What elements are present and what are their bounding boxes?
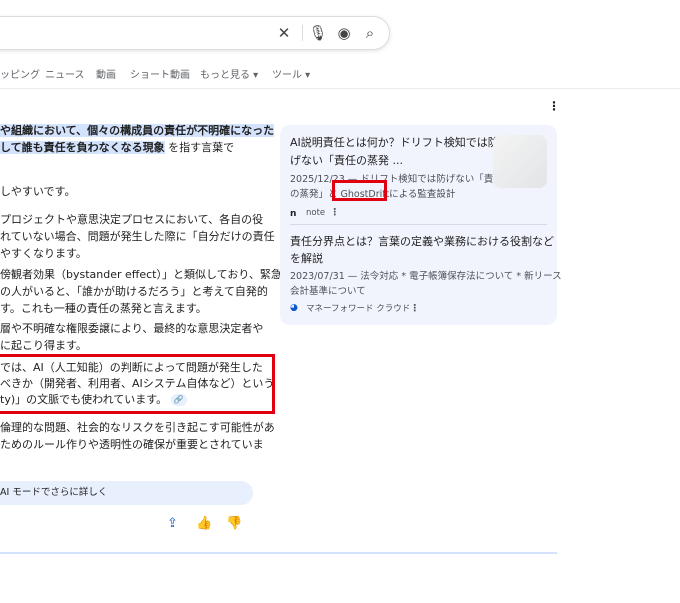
tab-news[interactable]: ニュース — [45, 66, 85, 81]
overview-text: しやすいです。 — [0, 185, 76, 198]
source-title[interactable]: 責任分界点とは？言葉の定義や業務における役割など — [290, 233, 554, 251]
tab-videos[interactable]: 動画 — [96, 66, 116, 81]
lens-icon[interactable]: ◉ — [334, 23, 354, 43]
thumbs-up-icon[interactable]: 👍 — [196, 516, 212, 531]
overview-text: 層や不明確な権限委譲により、最終的な意思決定者や — [0, 322, 264, 335]
source-snippet: 2025/12/23 — ドリフト検知では防げない「責任 — [290, 174, 503, 185]
overview-text: プロジェクトや意思決定プロセスにおいて、各自の役 — [0, 213, 264, 226]
thumbs-down-icon[interactable]: 👎 — [226, 516, 242, 531]
source-site: マネーフォワード クラウド — [306, 304, 411, 314]
source-item[interactable]: AI説明責任とは何か？ドリフト検知では防 げない「責任の蒸発 ... 2025/… — [290, 130, 503, 221]
source-title[interactable]: AI説明責任とは何か？ドリフト検知では防 — [290, 134, 499, 152]
share-icon[interactable]: ⇪ — [167, 516, 178, 531]
overview-text: ためのルール作りや透明性の確保が重要とされていま — [0, 438, 264, 451]
highlighted-text: して誰も責任を負わなくなる現象 — [0, 141, 165, 154]
overview-text: に起こり得ます。 — [0, 339, 87, 352]
source-snippet: 2023/07/31 — 法令対応 * 電子帳簿保存法について * 新リース — [290, 271, 562, 282]
source-site: note — [306, 208, 326, 218]
overview-text: 傍観者効果（bystander effect）」と類似しており、緊急 — [0, 268, 282, 281]
overview-text: 倫理的な問題、社会的なリスクを引き起こす可能性があ — [0, 421, 275, 434]
annotation-box — [332, 180, 387, 201]
mic-icon[interactable]: 🎙 — [308, 23, 328, 43]
moneyforward-favicon-icon: ◕ — [290, 303, 298, 313]
highlighted-text: や組織において、個々の構成員の責任が不明確になった — [0, 124, 275, 137]
overview-text: れていない場合、問題が発生した際に「自分だけの責任 — [0, 230, 275, 243]
more-options-icon[interactable]: ⋮ — [410, 301, 420, 317]
note-favicon-icon: n — [290, 209, 297, 219]
annotation-box — [0, 354, 275, 414]
source-title[interactable]: げない「責任の蒸発 ... — [290, 152, 403, 170]
source-snippet: 会計基準について — [290, 286, 366, 297]
overview-text: を指す言葉で — [168, 141, 235, 154]
tab-shopping[interactable]: ッピング — [0, 66, 40, 81]
divider — [290, 224, 547, 225]
source-item[interactable]: 責任分界点とは？言葉の定義や業務における役割など を解説 2023/07/31 … — [290, 229, 562, 319]
more-options-icon[interactable]: ⋮ — [330, 205, 340, 221]
search-box[interactable]: ✕ 🎙 ◉ ⌕ — [0, 16, 390, 50]
source-thumbnail[interactable] — [493, 135, 547, 188]
overview-text: す。これも一種の責任の蒸発と言えます。 — [0, 302, 207, 315]
ai-mode-button[interactable]: AI モードでさらに詳しく — [0, 481, 253, 505]
overview-text: やすくなります。 — [0, 247, 87, 260]
source-title[interactable]: を解説 — [290, 250, 323, 268]
tab-tools[interactable]: ツール ▾ — [272, 66, 310, 81]
sources-card: AI説明責任とは何か？ドリフト検知では防 げない「責任の蒸発 ... 2025/… — [280, 125, 562, 325]
more-options-icon[interactable]: ⋮ — [548, 99, 560, 113]
overview-text: の人がいると、「誰かが助けるだろう」と考えて自発的 — [0, 285, 268, 298]
tab-more[interactable]: もっと見る ▾ — [200, 66, 258, 81]
divider — [302, 25, 303, 41]
search-icon[interactable]: ⌕ — [360, 23, 380, 43]
divider — [0, 552, 557, 554]
close-icon[interactable]: ✕ — [274, 23, 294, 43]
divider — [0, 88, 680, 89]
tab-short-videos[interactable]: ショート動画 — [130, 66, 190, 81]
